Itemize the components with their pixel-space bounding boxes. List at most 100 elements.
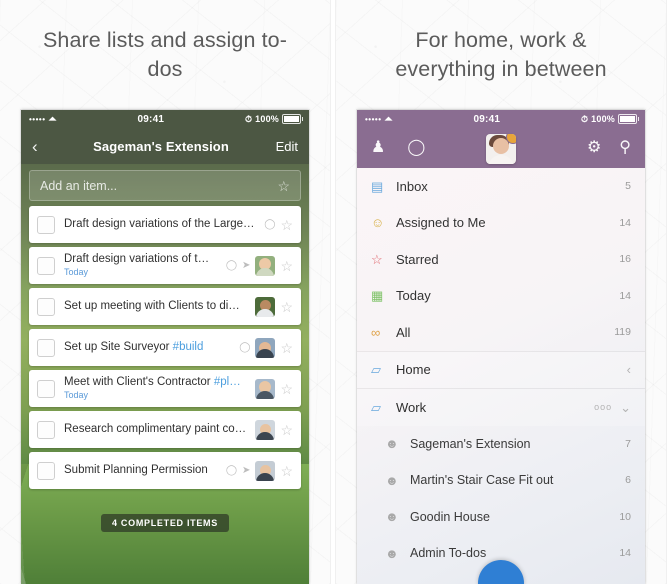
chevron-icon[interactable]: ‹ [627, 363, 631, 376]
due-date: Today [64, 267, 89, 277]
chat-bubble-icon[interactable]: ◯ [407, 140, 425, 156]
checkbox[interactable] [37, 256, 55, 275]
item-count: 5 [625, 180, 631, 193]
folder-home[interactable]: ▱ Home ‹ [357, 351, 645, 388]
todo-item[interactable]: Meet with Client's Contractor #pl… Today ☆ [29, 370, 301, 407]
add-item-placeholder: Add an item... [40, 178, 118, 193]
menu-item-inbox[interactable]: ▤ Inbox 5 [357, 168, 645, 205]
completed-items-badge: 4 COMPLETED ITEMS [101, 514, 229, 532]
todo-text: Set up meeting with Clients to di… [64, 300, 240, 312]
right-promo-panel: For home, work & everything in between •… [336, 0, 666, 584]
todo-meta: ☆ [255, 296, 293, 317]
todo-item[interactable]: Research complimentary paint co… ☆ [29, 411, 301, 448]
alarm-icon: ⏱ [580, 113, 589, 124]
comment-icon: ◯ [239, 341, 251, 353]
menu-item-label: Starred [396, 251, 439, 267]
back-button[interactable]: ‹ [32, 138, 54, 155]
right-phone-screen: ••••• ⏶ 09:41 ⏱ 100% ♟ ◯ ⚙ ⚲ ▤ Inbox 5 ☺… [357, 110, 645, 584]
right-status-bar: ••••• ⏶ 09:41 ⏱ 100% [357, 110, 645, 128]
completed-items-row[interactable]: 4 COMPLETED ITEMS [21, 513, 309, 532]
todo-list-body: Add an item... ☆ Draft design variations… [21, 164, 309, 584]
add-item-input[interactable]: Add an item... ☆ [29, 170, 301, 201]
navigation-menu: ▤ Inbox 5 ☺ Assigned to Me 14 ☆ Starred 16 ▦ Today… [357, 168, 645, 584]
assignee-avatar[interactable] [255, 337, 276, 358]
menu-item-starred[interactable]: ☆ Starred 16 [357, 241, 645, 278]
todo-item[interactable]: Draft design variations of t… Today ◯ ➤ ☆ [29, 247, 301, 284]
people-icon: ☻ [385, 509, 399, 525]
assignee-avatar[interactable] [255, 378, 276, 399]
assignee-avatar[interactable] [255, 255, 276, 276]
edit-button[interactable]: Edit [268, 139, 298, 154]
calendar-icon: ▦ [371, 288, 384, 304]
todo-items: Draft design variations of the Large… ◯ ☆ D… [21, 206, 309, 489]
star-icon[interactable]: ☆ [280, 423, 293, 437]
menu-item-all[interactable]: ∞ All 119 [357, 314, 645, 351]
search-icon[interactable]: ⚲ [619, 140, 631, 156]
gear-icon[interactable]: ⚙ [587, 140, 601, 156]
menu-item-label: Inbox [396, 178, 428, 194]
star-icon[interactable]: ☆ [277, 179, 290, 193]
item-count: 14 [619, 547, 631, 560]
checkbox[interactable] [37, 420, 55, 439]
assignee-avatar[interactable] [255, 419, 276, 440]
assigned-person-icon: ☺ [371, 215, 385, 231]
right-toolbar: ♟ ◯ ⚙ ⚲ [357, 128, 645, 168]
checkbox[interactable] [37, 461, 55, 480]
todo-item[interactable]: Set up Site Surveyor #build ◯ ☆ [29, 329, 301, 366]
left-navbar: ‹ Sageman's Extension Edit [21, 128, 309, 164]
checkbox[interactable] [37, 379, 55, 398]
todo-text: Meet with Client's Contractor #pl… [64, 376, 241, 388]
item-count: 119 [614, 326, 631, 339]
assignee-avatar[interactable] [255, 296, 276, 317]
battery-icon [618, 114, 639, 124]
todo-meta: ☆ [255, 378, 293, 399]
item-count: 10 [619, 510, 631, 523]
star-icon[interactable]: ☆ [280, 382, 293, 396]
more-options-icon[interactable]: ooo [594, 402, 612, 412]
star-icon[interactable]: ☆ [280, 300, 293, 314]
inbox-icon: ▤ [371, 178, 384, 194]
star-icon[interactable]: ☆ [280, 341, 293, 355]
avatar[interactable] [486, 134, 516, 164]
battery-percent: 100% [591, 114, 615, 124]
menu-item-today[interactable]: ▦ Today 14 [357, 278, 645, 315]
bell-icon[interactable]: ♟ [371, 140, 385, 156]
checkbox[interactable] [37, 297, 55, 316]
todo-meta: ◯ ➤ ☆ [226, 460, 293, 481]
item-count: 6 [625, 474, 631, 487]
left-phone-screen: ••••• ⏶ 09:41 ⏱ 100% ‹ Sageman's Extensi… [21, 110, 309, 584]
battery-icon [282, 114, 303, 124]
todo-item[interactable]: Submit Planning Permission ◯ ➤ ☆ [29, 452, 301, 489]
menu-item-assigned-to-me[interactable]: ☺ Assigned to Me 14 [357, 205, 645, 242]
todo-text: Research complimentary paint co… [64, 423, 247, 435]
todo-meta: ☆ [255, 419, 293, 440]
todo-meta: ◯ ☆ [239, 337, 293, 358]
star-icon: ☆ [371, 251, 383, 267]
star-icon[interactable]: ☆ [280, 464, 293, 478]
star-icon[interactable]: ☆ [280, 259, 293, 273]
menu-item-label: Martin's Stair Case Fit out [410, 473, 554, 488]
wifi-icon: ⏶ [384, 113, 393, 125]
checkbox[interactable] [37, 215, 55, 234]
todo-item[interactable]: Draft design variations of the Large… ◯ ☆ [29, 206, 301, 243]
folder-work[interactable]: ▱ Work ooo ⌄ [357, 389, 645, 426]
signal-dots-icon: ••••• [365, 114, 382, 124]
star-icon[interactable]: ☆ [280, 218, 293, 232]
assignee-avatar[interactable] [255, 460, 276, 481]
hashtag[interactable]: #pl… [214, 376, 241, 388]
item-count: 7 [625, 437, 631, 450]
comment-icon: ◯ [264, 218, 276, 230]
menu-item-label: Sageman's Extension [410, 436, 531, 451]
list-item[interactable]: ☻ Goodin House 10 [357, 499, 645, 536]
checkbox[interactable] [37, 338, 55, 357]
menu-item-label: Work [396, 399, 427, 415]
menu-item-label: Admin To-dos [410, 546, 487, 561]
hashtag[interactable]: #build [173, 341, 204, 353]
menu-item-label: Home [396, 362, 431, 378]
list-item[interactable]: ☻ Sageman's Extension 7 [357, 426, 645, 463]
left-status-bar: ••••• ⏶ 09:41 ⏱ 100% [21, 110, 309, 128]
list-item[interactable]: ☻ Martin's Stair Case Fit out 6 [357, 462, 645, 499]
chevron-icon[interactable]: ⌄ [620, 401, 631, 414]
item-count: 14 [619, 289, 631, 302]
todo-item[interactable]: Set up meeting with Clients to di… ☆ [29, 288, 301, 325]
